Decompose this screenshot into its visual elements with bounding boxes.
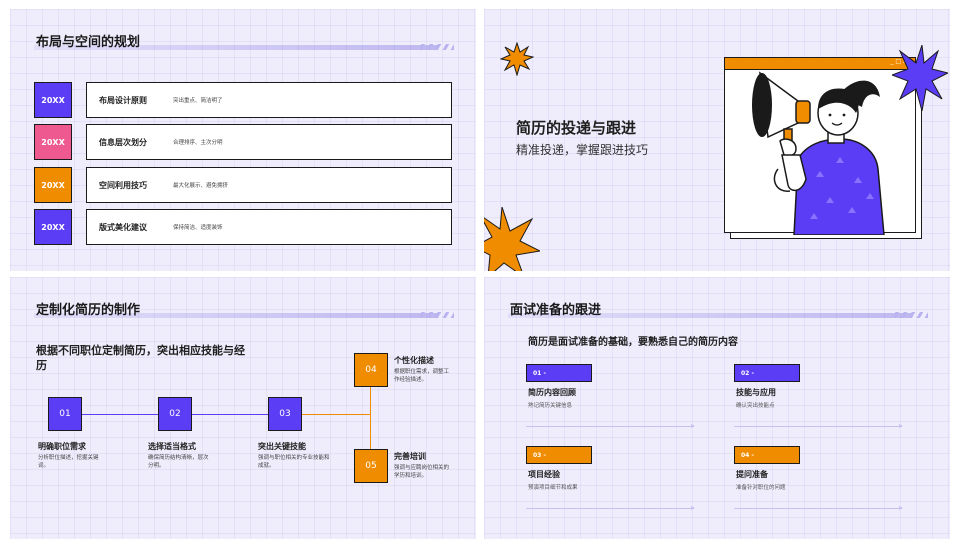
item-title: 技能与应用: [736, 388, 776, 397]
row-desc: 最大化展示、避免拥挤: [173, 183, 229, 189]
row-tag: 20XX: [34, 209, 72, 245]
divider-arrow: [526, 424, 695, 428]
row-tag: 20XX: [34, 124, 72, 160]
row-tag: 20XX: [34, 82, 72, 118]
slide-heading: 简历是面试准备的基础，要熟悉自己的简历内容: [528, 337, 738, 348]
step-title: 完善培训: [394, 452, 426, 461]
row-desc: 保持简洁、适度装饰: [173, 225, 223, 231]
row-desc: 突出重点、简洁明了: [173, 98, 223, 104]
slide-layout-planning[interactable]: 布局与空间的规划 20XX 布局设计原则 突出重点、简洁明了 20XX 信息层次…: [10, 9, 476, 271]
item-label: 02 -: [734, 364, 800, 382]
slide-custom-resume[interactable]: 定制化简历的制作 根据不同职位定制简历，突出相应技能与经历 01 02 03 0…: [10, 277, 476, 539]
item-desc: 预演项目细节和成果: [528, 485, 578, 491]
item-desc: 准备针对职位的问题: [736, 485, 786, 491]
decorative-stripes: [894, 312, 928, 318]
row-card: 版式美化建议 保持简洁、适度装饰: [86, 209, 452, 245]
starburst-icon: [892, 45, 948, 111]
step-desc: 强调与职位相关的专业技能和成就。: [258, 455, 330, 469]
decorative-stripes: [420, 312, 454, 318]
slide-resume-delivery[interactable]: 简历的投递与跟进 精准投递，掌握跟进技巧 _ □ X: [484, 9, 950, 271]
slide-title: 定制化简历的制作: [36, 303, 141, 318]
connector-line: [302, 414, 370, 415]
row-card: 空间利用技巧 最大化展示、避免拥挤: [86, 167, 452, 203]
step-number: 03: [268, 397, 302, 431]
slide-heading: 根据不同职位定制简历，突出相应技能与经历: [36, 344, 245, 372]
slide-title: 简历的投递与跟进: [516, 119, 637, 137]
row-card: 信息层次划分 合理排序、主次分明: [86, 124, 452, 160]
row-tag: 20XX: [34, 167, 72, 203]
row-card: 布局设计原则 突出重点、简洁明了: [86, 82, 452, 118]
starburst-icon: [500, 42, 534, 76]
item-label: 04 -: [734, 446, 800, 464]
item-title: 提问准备: [736, 470, 768, 479]
row-name: 空间利用技巧: [99, 180, 147, 190]
step-title: 明确职位需求: [38, 442, 86, 451]
step-title: 突出关键技能: [258, 442, 306, 451]
item-desc: 熟记简历关键信息: [528, 403, 573, 409]
row-desc: 合理排序、主次分明: [173, 140, 223, 146]
item-desc: 确认突出技能点: [736, 403, 775, 409]
step-number: 05: [354, 449, 388, 483]
step-desc: 确保简历结构清晰，层次分明。: [148, 455, 209, 469]
item-title: 项目经验: [528, 470, 560, 479]
decorative-stripes: [420, 44, 454, 50]
step-number: 02: [158, 397, 192, 431]
step-desc: 根据职位需求，调整工作经验描述。: [394, 369, 450, 383]
step-title: 个性化描述: [394, 356, 434, 365]
item-title: 简历内容回顾: [528, 388, 576, 397]
row-name: 布局设计原则: [99, 95, 147, 105]
divider-arrow: [734, 424, 903, 428]
row-name: 信息层次划分: [99, 137, 147, 147]
step-number: 04: [354, 353, 388, 387]
step-number: 01: [48, 397, 82, 431]
connector-line: [192, 414, 278, 415]
slide-title: 面试准备的跟进: [510, 303, 602, 318]
step-title: 选择适当格式: [148, 442, 196, 451]
step-desc: 分析职位描述，挖掘关键词。: [38, 455, 99, 469]
divider-arrow: [526, 506, 695, 510]
step-desc: 强调与应聘岗位相关的学历和培训。: [394, 465, 450, 479]
slide-interview-prep[interactable]: 面试准备的跟进 简历是面试准备的基础，要熟悉自己的简历内容 01 - 简历内容回…: [484, 277, 950, 539]
woman-megaphone-illustration: [752, 71, 885, 235]
connector-line: [82, 414, 168, 415]
starburst-icon: [484, 207, 540, 271]
item-label: 01 -: [526, 364, 592, 382]
row-name: 版式美化建议: [99, 222, 147, 232]
divider-arrow: [734, 506, 903, 510]
slide-subtitle: 精准投递，掌握跟进技巧: [516, 143, 649, 157]
item-label: 03 -: [526, 446, 592, 464]
slide-title: 布局与空间的规划: [36, 35, 141, 50]
